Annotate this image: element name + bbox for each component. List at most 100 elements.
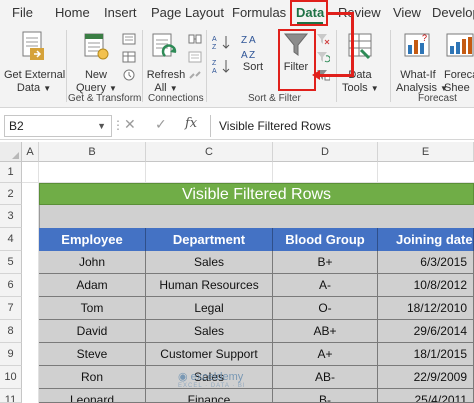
row-header-4[interactable]: 4 xyxy=(0,228,22,251)
column-header-a[interactable]: A xyxy=(22,142,39,162)
what-if-label: What-If xyxy=(400,69,436,81)
tab-home[interactable]: Home xyxy=(55,0,90,26)
annotation-arrow xyxy=(317,74,354,77)
cell-blood-group[interactable]: A+ xyxy=(273,343,378,366)
row-header-5[interactable]: 5 xyxy=(0,251,22,274)
cancel-entry-button[interactable]: ✕ xyxy=(124,116,136,133)
cell-department[interactable]: Customer Support xyxy=(146,343,273,366)
column-header-c[interactable]: C xyxy=(146,142,273,162)
row-header-7[interactable]: 7 xyxy=(0,297,22,320)
cell-joining-date[interactable]: 22/9/2009 xyxy=(378,366,474,389)
cell-employee[interactable]: David xyxy=(39,320,146,343)
cell-department[interactable]: Sales xyxy=(146,251,273,274)
tab-developer[interactable]: Develop xyxy=(432,0,474,26)
sort-button[interactable]: Sort xyxy=(238,61,268,74)
cell-joining-date[interactable]: 29/6/2014 xyxy=(378,320,474,343)
recent-sources-icon[interactable] xyxy=(122,68,136,86)
data-tools-label-2: Tools xyxy=(342,82,368,94)
cell-blood-group[interactable]: B+ xyxy=(273,251,378,274)
formula-input[interactable]: Visible Filtered Rows xyxy=(210,115,472,137)
cell-joining-date[interactable]: 6/3/2015 xyxy=(378,251,474,274)
get-external-data-icon[interactable] xyxy=(20,30,46,64)
what-if-analysis-button[interactable]: What-If Analysis ▼ xyxy=(396,69,448,95)
from-table-icon[interactable] xyxy=(122,50,136,68)
row-header-3[interactable]: 3 xyxy=(0,205,22,228)
refresh-all-button[interactable]: Refresh All ▼ xyxy=(145,69,187,95)
sort-icon[interactable]: Z A A Z xyxy=(240,32,266,62)
cell-joining-date[interactable]: 18/1/2015 xyxy=(378,343,474,366)
row-header-1[interactable]: 1 xyxy=(0,162,22,183)
cell-department[interactable]: Human Resources xyxy=(146,274,273,297)
clear-filter-icon[interactable] xyxy=(316,32,330,50)
cell-department[interactable]: Finance xyxy=(146,389,273,403)
ribbon-separator xyxy=(206,30,207,102)
cell-employee[interactable]: John xyxy=(39,251,146,274)
tab-formulas[interactable]: Formulas xyxy=(232,0,286,26)
cell-blood-group[interactable]: O- xyxy=(273,297,378,320)
ribbon-separator xyxy=(66,30,67,102)
show-queries-icon[interactable] xyxy=(122,32,136,50)
sort-a-to-z-icon[interactable]: AZ xyxy=(212,34,234,55)
header-employee[interactable]: Employee xyxy=(39,228,146,251)
svg-text:Z: Z xyxy=(212,44,217,50)
header-department[interactable]: Department xyxy=(146,228,273,251)
edit-links-icon[interactable] xyxy=(188,68,202,86)
new-query-button[interactable]: New Query ▼ xyxy=(76,69,117,95)
forecast-sheet-icon[interactable] xyxy=(446,30,474,62)
name-box[interactable]: B2 ▼ xyxy=(4,115,112,137)
cell-employee[interactable]: Tom xyxy=(39,297,146,320)
group-get-transform-label: Get & Transform xyxy=(68,93,142,104)
get-external-data-button[interactable]: Get External Data ▼ xyxy=(4,69,66,95)
cell-employee[interactable]: Adam xyxy=(39,274,146,297)
confirm-entry-button[interactable]: ✓ xyxy=(155,116,167,133)
tab-view[interactable]: View xyxy=(393,0,421,26)
column-header-e[interactable]: E xyxy=(378,142,474,162)
row-header-11[interactable]: 11 xyxy=(0,389,22,403)
insert-function-button[interactable]: fx xyxy=(185,116,197,131)
header-blood-group[interactable]: Blood Group xyxy=(273,228,378,251)
column-header-d[interactable]: D xyxy=(273,142,378,162)
refresh-all-icon[interactable] xyxy=(151,30,179,62)
tab-insert[interactable]: Insert xyxy=(104,0,137,26)
get-external-data-label: Get External xyxy=(4,69,66,81)
chevron-down-icon[interactable]: ▼ xyxy=(97,116,106,136)
properties-icon[interactable] xyxy=(188,50,202,68)
column-header-b[interactable]: B xyxy=(39,142,146,162)
formula-bar: B2 ▼ ⋮ ✕ ✓ fx Visible Filtered Rows xyxy=(0,110,474,140)
data-tools-button[interactable]: Data Tools ▼ xyxy=(342,69,379,95)
forecast-sheet-button[interactable]: Foreca Shee xyxy=(444,69,474,95)
cell-joining-date[interactable]: 18/12/2010 xyxy=(378,297,474,320)
cell-joining-date[interactable]: 25/4/2011 xyxy=(378,389,474,403)
row-header-9[interactable]: 9 xyxy=(0,343,22,366)
new-query-icon[interactable] xyxy=(83,30,109,62)
svg-text:Z: Z xyxy=(212,60,217,67)
tab-file[interactable]: File xyxy=(12,0,33,26)
select-all-button[interactable] xyxy=(0,142,22,162)
ribbon-separator xyxy=(142,30,143,102)
cell-employee[interactable]: Leonard xyxy=(39,389,146,403)
cell-blood-group[interactable]: A- xyxy=(273,274,378,297)
header-joining-date[interactable]: Joining date xyxy=(378,228,474,251)
cell-employee[interactable]: Steve xyxy=(39,343,146,366)
svg-text:A: A xyxy=(241,50,248,61)
what-if-analysis-icon[interactable]: ? xyxy=(404,30,430,62)
cell-blood-group[interactable]: AB+ xyxy=(273,320,378,343)
row-header-8[interactable]: 8 xyxy=(0,320,22,343)
cell-department[interactable]: Sales xyxy=(146,320,273,343)
blank-row-cell[interactable] xyxy=(39,205,474,228)
cell-joining-date[interactable]: 10/8/2012 xyxy=(378,274,474,297)
row-header-2[interactable]: 2 xyxy=(0,183,22,205)
cell-blood-group[interactable]: B- xyxy=(273,389,378,403)
connections-icon[interactable] xyxy=(188,32,202,50)
row-header-6[interactable]: 6 xyxy=(0,274,22,297)
row-header-10[interactable]: 10 xyxy=(0,366,22,389)
cell-employee[interactable]: Ron xyxy=(39,366,146,389)
table-title-cell[interactable]: Visible Filtered Rows xyxy=(39,183,474,205)
svg-text:A: A xyxy=(212,36,217,43)
tab-page-layout[interactable]: Page Layout xyxy=(151,0,224,26)
cell-department[interactable]: Legal xyxy=(146,297,273,320)
watermark-text: exceldemy xyxy=(190,371,244,383)
reapply-filter-icon[interactable] xyxy=(316,50,331,68)
sort-z-to-a-icon[interactable]: ZA xyxy=(212,58,234,79)
cell-blood-group[interactable]: AB- xyxy=(273,366,378,389)
